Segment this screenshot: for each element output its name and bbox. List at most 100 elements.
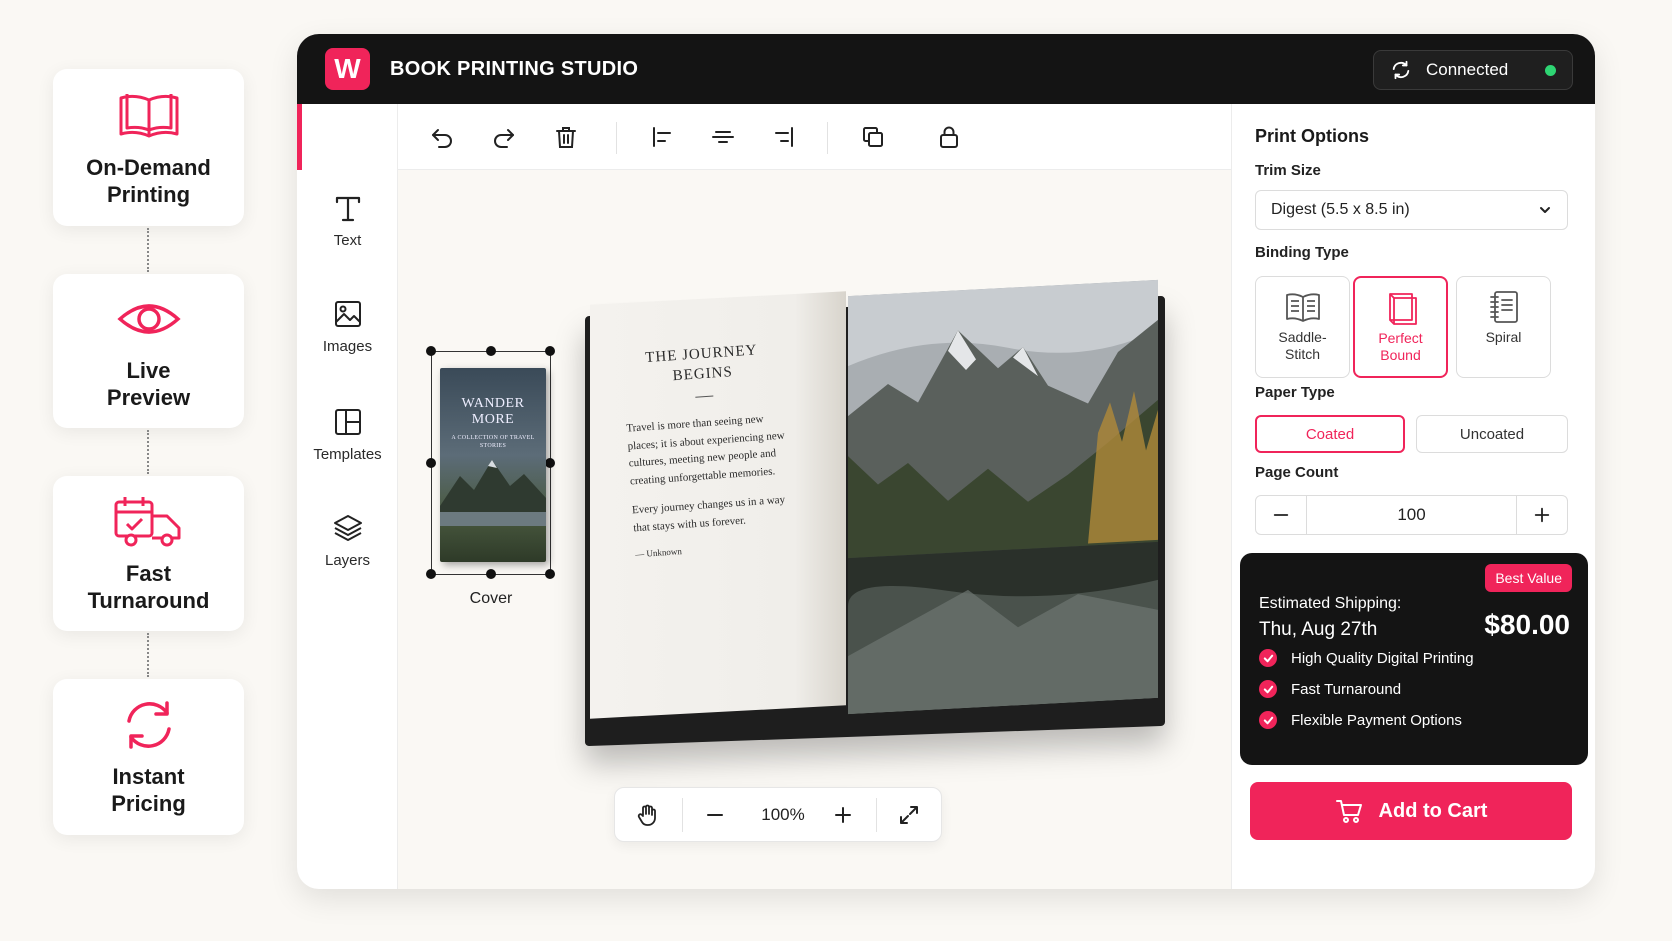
- editor-toolbar: [398, 104, 1231, 170]
- tool-layers[interactable]: Layers: [297, 512, 398, 569]
- binding-label: Perfect Bound: [1378, 330, 1423, 363]
- page-count-input[interactable]: 100: [1306, 496, 1517, 534]
- tool-templates[interactable]: Templates: [297, 406, 398, 463]
- paper-coated[interactable]: Coated: [1255, 415, 1405, 453]
- minus-icon: [707, 814, 723, 816]
- design-canvas[interactable]: WANDER MORE A COLLECTION OF TRAVEL STORI…: [398, 170, 1231, 889]
- layers-icon: [333, 515, 362, 541]
- plus-icon: [1534, 507, 1550, 523]
- connector-line: [147, 430, 149, 474]
- resize-handle[interactable]: [486, 346, 496, 356]
- increment-button[interactable]: [1517, 496, 1567, 534]
- redo-icon: [494, 129, 514, 148]
- price: $80.00: [1484, 609, 1570, 640]
- resize-handle[interactable]: [545, 569, 555, 579]
- cover-label: Cover: [469, 590, 513, 607]
- undo-icon: [432, 129, 452, 148]
- zoom-controls: 100%: [614, 787, 942, 842]
- zoom-out-button[interactable]: [701, 801, 729, 829]
- binding-type-label: Binding Type: [1255, 244, 1349, 261]
- saddle-stitch-book-icon: [1285, 293, 1320, 322]
- binding-spiral[interactable]: Spiral: [1456, 276, 1551, 378]
- print-options-panel: Print Options Trim Size Digest (5.5 x 8.…: [1231, 104, 1595, 889]
- app-logo: W: [325, 48, 370, 90]
- eye-icon: [116, 304, 181, 334]
- perfect-bound-book-icon: [1388, 293, 1417, 325]
- page-count-stepper: 100: [1255, 495, 1568, 535]
- zoom-divider: [682, 798, 683, 832]
- cover-selection[interactable]: WANDER MORE A COLLECTION OF TRAVEL STORI…: [426, 346, 555, 579]
- summary-feature-text: Flexible Payment Options: [1291, 711, 1462, 729]
- page-text-block: THE JOURNEY BEGINS Travel is more than s…: [621, 339, 795, 559]
- binding-perfect-bound[interactable]: Perfect Bound: [1353, 276, 1448, 378]
- pan-button[interactable]: [633, 801, 661, 829]
- add-to-cart-label: Add to Cart: [1378, 799, 1488, 822]
- align-center-button[interactable]: [708, 122, 738, 152]
- resize-handle[interactable]: [545, 458, 555, 468]
- image-icon: [334, 301, 361, 327]
- refresh-icon: [126, 701, 171, 749]
- connector-line: [147, 633, 149, 677]
- title-bar: W BOOK PRINTING STUDIO Connected: [297, 34, 1595, 104]
- best-value-badge: Best Value: [1485, 564, 1572, 592]
- resize-handle[interactable]: [426, 569, 436, 579]
- add-to-cart-button[interactable]: Add to Cart: [1250, 782, 1572, 840]
- summary-feature: Fast Turnaround: [1259, 680, 1401, 698]
- resize-handle[interactable]: [426, 458, 436, 468]
- zoom-level: 100%: [761, 805, 805, 824]
- zoom-divider: [876, 798, 877, 832]
- tool-rail: Text Images Templates Layers: [297, 104, 398, 889]
- redo-button[interactable]: [489, 122, 519, 152]
- undo-button[interactable]: [427, 122, 457, 152]
- feature-card-fast-turnaround: Fast Turnaround: [53, 476, 244, 631]
- cart-icon: [1335, 800, 1362, 823]
- page-count-label: Page Count: [1255, 464, 1339, 481]
- cover-title: WANDER MORE: [461, 396, 525, 427]
- tool-text[interactable]: Text: [297, 192, 398, 249]
- paper-label: Coated: [1305, 425, 1355, 443]
- tool-images[interactable]: Images: [297, 298, 398, 355]
- minus-icon: [1273, 514, 1289, 516]
- page-paragraph: Travel is more than seeing new places; i…: [625, 413, 785, 488]
- feature-title: On-Demand Printing: [86, 154, 211, 207]
- align-right-button[interactable]: [768, 122, 798, 152]
- align-left-button[interactable]: [648, 122, 678, 152]
- tool-label: Images: [322, 338, 373, 355]
- shipping-label: Estimated Shipping:: [1259, 595, 1402, 612]
- align-left-icon: [653, 127, 671, 147]
- trim-size-select[interactable]: Digest (5.5 x 8.5 in): [1255, 190, 1568, 230]
- check-icon: [1259, 649, 1277, 667]
- align-center-icon: [712, 131, 734, 143]
- feature-card-on-demand: On-Demand Printing: [53, 69, 244, 226]
- order-summary: Best Value Estimated Shipping: Thu, Aug …: [1240, 553, 1588, 765]
- chevron-down-icon: [1540, 207, 1550, 213]
- trim-size-value: Digest (5.5 x 8.5 in): [1271, 201, 1410, 218]
- mountain-lake-photo: [848, 279, 1158, 715]
- expand-icon: [900, 806, 918, 824]
- binding-saddle-stitch[interactable]: Saddle-Stitch: [1255, 276, 1350, 378]
- duplicate-button[interactable]: [858, 122, 888, 152]
- sync-icon: [1392, 60, 1410, 80]
- text-icon: [335, 196, 360, 222]
- decrement-button[interactable]: [1256, 496, 1306, 534]
- book-cover-thumbnail: WANDER MORE A COLLECTION OF TRAVEL STORI…: [440, 368, 546, 562]
- connection-status[interactable]: Connected: [1373, 50, 1573, 90]
- paper-uncoated[interactable]: Uncoated: [1416, 415, 1568, 453]
- zoom-in-button[interactable]: [829, 801, 857, 829]
- paper-label: Uncoated: [1459, 425, 1525, 443]
- fullscreen-button[interactable]: [895, 801, 923, 829]
- delivery-truck-icon: [114, 496, 180, 546]
- cover-mountain-art: [440, 460, 546, 526]
- resize-handle[interactable]: [486, 569, 496, 579]
- resize-handle[interactable]: [545, 346, 555, 356]
- check-icon: [1259, 711, 1277, 729]
- align-right-icon: [775, 127, 793, 147]
- summary-feature-text: High Quality Digital Printing: [1291, 649, 1474, 667]
- delete-button[interactable]: [551, 122, 581, 152]
- resize-handle[interactable]: [426, 346, 436, 356]
- binding-label: Saddle-Stitch: [1278, 329, 1327, 362]
- app-title: BOOK PRINTING STUDIO: [390, 57, 639, 80]
- lock-button[interactable]: [934, 122, 964, 152]
- open-book-icon: [119, 93, 178, 137]
- shipping-date: Thu, Aug 27th: [1259, 619, 1378, 640]
